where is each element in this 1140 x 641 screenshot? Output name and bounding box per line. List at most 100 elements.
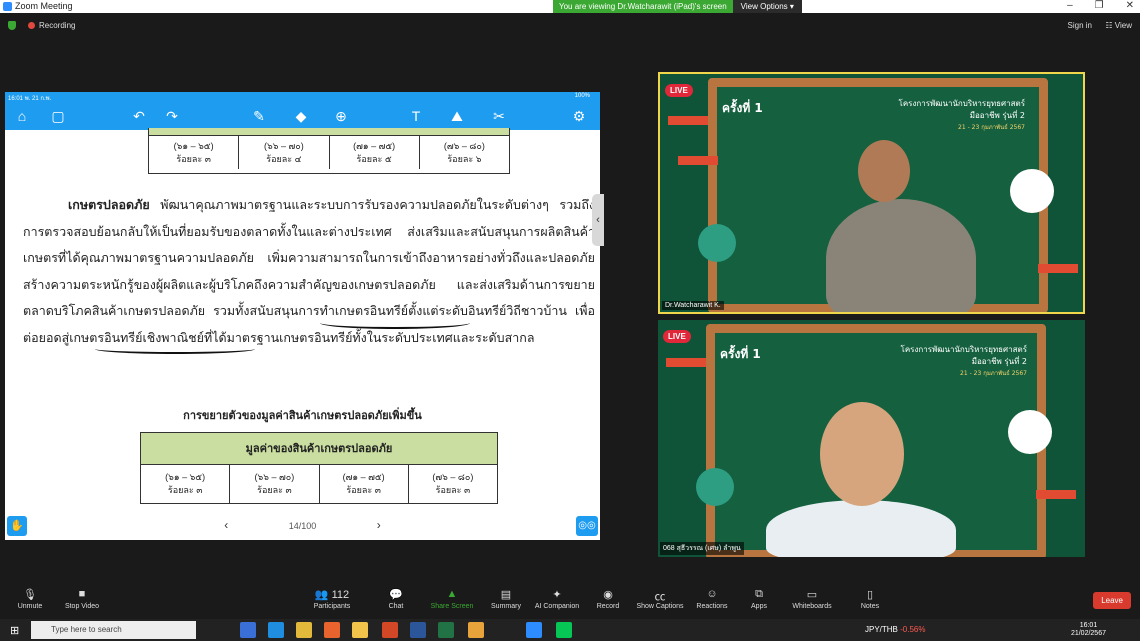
recording-indicator[interactable]: Recording — [28, 21, 75, 30]
eraser-icon[interactable]: ◆ — [292, 107, 310, 125]
prev-page-icon[interactable]: ‹ — [166, 518, 286, 532]
video-tile-participant[interactable]: LIVE ครั้งที่ 1 โครงการพัฒนานักบริหารยุท… — [658, 320, 1085, 557]
captions-button[interactable]: ㏄ Show Captions — [630, 588, 690, 610]
zoom-taskbar-icon[interactable] — [526, 622, 542, 638]
notes-label: Notes — [860, 603, 880, 610]
maximize-icon[interactable]: ❐ — [1095, 0, 1104, 11]
pages-icon[interactable]: ▢ — [49, 107, 67, 125]
share-banner: You are viewing Dr.Watcharawit (iPad)'s … — [553, 0, 802, 13]
home-icon[interactable]: ⌂ — [13, 107, 31, 125]
table-cell: (๗๖ – ๘๐) ร้อยละ ๓ — [409, 465, 497, 503]
chat-icon: 💬 — [389, 589, 403, 601]
image-icon[interactable]: ⛰ — [448, 107, 466, 125]
ai-companion-label: AI Companion — [534, 603, 580, 610]
notes-button[interactable]: ▯ Notes — [840, 588, 900, 610]
viewing-banner: You are viewing Dr.Watcharawit (iPad)'s … — [553, 0, 733, 13]
top-table-header — [149, 128, 509, 136]
record-button[interactable]: ◉ Record — [578, 588, 638, 610]
file-explorer-icon[interactable] — [352, 622, 368, 638]
share-screen-icon: ▲ — [446, 588, 458, 600]
apps-label: Apps — [751, 603, 767, 610]
lasso-icon[interactable]: ⊕ — [332, 107, 350, 125]
cell-range: (๖๑ – ๖๕) — [173, 141, 214, 151]
notes-icon: ▯ — [866, 589, 874, 601]
cell-range: (๖๑ – ๖๕) — [165, 472, 206, 482]
decor-brick — [678, 156, 718, 165]
word-icon[interactable] — [410, 622, 426, 638]
settings-gear-icon[interactable]: ⚙ — [570, 107, 588, 125]
pen-icon[interactable]: ✎ — [250, 107, 268, 125]
unmute-button[interactable]: 🎙 Unmute — [0, 588, 60, 610]
table-cell: (๗๑ – ๗๕) ร้อยละ ๕ — [330, 136, 420, 169]
decor-circle — [698, 224, 736, 262]
ipad-battery: 100% — [574, 93, 590, 99]
document-page: (๖๑ – ๖๕) ร้อยละ ๓ (๖๖ – ๗๐) ร้อยละ ๔ (๗๑ … — [5, 128, 600, 531]
project-dates: 21 - 23 กุมภาพันธ์ 2567 — [960, 370, 1027, 377]
mic-muted-icon: 🎙 — [23, 589, 37, 601]
app-icon[interactable] — [468, 622, 484, 638]
whiteboard-icon: ▭ — [806, 589, 818, 601]
powerpoint-icon[interactable] — [382, 622, 398, 638]
cell-percent: ร้อยละ ๖ — [447, 154, 482, 164]
cell-range: (๗๖ – ๘๐) — [432, 472, 474, 482]
decor-circle — [696, 468, 734, 506]
stop-video-button[interactable]: ■ Stop Video — [52, 588, 112, 610]
window-titlebar: Zoom Meeting You are viewing Dr.Watchara… — [0, 0, 1140, 13]
project-name: โครงการพัฒนานักบริหารยุทธศาสตร์ — [900, 345, 1027, 354]
view-label: View — [1114, 21, 1132, 30]
project-subtitle: มืออาชีพ รุ่นที่ 2 — [971, 357, 1027, 366]
reactions-label: Reactions — [696, 603, 728, 610]
participants-button[interactable]: 👥 112 Participants — [302, 588, 362, 610]
chat-button[interactable]: 💬 Chat — [366, 588, 426, 610]
glasses-icon[interactable]: ◎◎ — [576, 516, 598, 536]
participant-shirt — [766, 500, 956, 557]
sign-in-link[interactable]: Sign in — [1068, 21, 1092, 30]
cc-icon: ㏄ — [654, 591, 666, 603]
line-icon[interactable] — [556, 622, 572, 638]
record-icon: ◉ — [603, 589, 613, 601]
paragraph-heading: เกษตรปลอดภัย — [68, 197, 150, 212]
table-cell: (๖๖ – ๗๐) ร้อยละ ๔ — [239, 136, 330, 169]
minimize-icon[interactable]: – — [1067, 0, 1073, 11]
speaker-face — [858, 140, 910, 202]
fx-widget[interactable]: JPY/THB -0.56% — [865, 625, 926, 634]
record-label: Record — [596, 603, 620, 610]
cell-percent: ร้อยละ ๔ — [266, 154, 302, 164]
whiteboards-button[interactable]: ▭ Whiteboards — [782, 588, 842, 610]
view-options-button[interactable]: View Options ▾ — [732, 0, 802, 13]
security-shield-icon[interactable] — [8, 21, 16, 30]
windows-start-icon[interactable]: ⊞ — [10, 624, 19, 637]
system-clock[interactable]: 16:01 21/02/2567 — [1071, 622, 1106, 638]
cell-range: (๗๑ – ๗๕) — [342, 472, 385, 482]
participants-label: Participants — [313, 603, 351, 610]
decor-circle — [1010, 169, 1054, 213]
undo-icon[interactable]: ↶ — [130, 107, 148, 125]
leave-button[interactable]: Leave — [1093, 592, 1131, 609]
stop-video-label: Stop Video — [64, 603, 100, 610]
session-label: ครั้งที่ 1 — [720, 347, 761, 361]
next-page-icon[interactable]: › — [319, 518, 439, 532]
text-icon[interactable]: T — [407, 107, 425, 125]
cell-range: (๗๖ – ๘๐) — [443, 141, 485, 151]
close-icon[interactable]: ✕ — [1126, 0, 1134, 11]
apps-button[interactable]: ⧉ Apps — [729, 588, 789, 610]
view-button[interactable]: ☷ View — [1105, 21, 1132, 30]
taskbar-search[interactable]: Type here to search — [31, 621, 196, 639]
chat-label: Chat — [388, 603, 404, 610]
chrome-icon[interactable] — [296, 622, 312, 638]
decor-brick — [1036, 490, 1076, 499]
cell-percent: ร้อยละ ๓ — [257, 485, 292, 495]
firefox-icon[interactable] — [324, 622, 340, 638]
scissors-icon[interactable]: ✂ — [490, 107, 508, 125]
share-screen-button[interactable]: ▲ Share Screen — [422, 588, 482, 610]
video-tile-speaker[interactable]: LIVE ครั้งที่ 1 โครงการพัฒนานักบริหารยุท… — [658, 72, 1085, 314]
cell-range: (๖๖ – ๗๐) — [254, 472, 295, 482]
excel-icon[interactable] — [438, 622, 454, 638]
decor-brick — [1038, 264, 1078, 273]
cell-range: (๗๑ – ๗๕) — [353, 141, 396, 151]
edge-icon[interactable] — [268, 622, 284, 638]
redo-icon[interactable]: ↷ — [163, 107, 181, 125]
calculator-icon[interactable] — [240, 622, 256, 638]
paragraph-text: พัฒนาคุณภาพมาตรฐานและระบบการรับรองความปล… — [23, 197, 595, 345]
sidebar-toggle-icon[interactable]: ‹ — [592, 194, 604, 246]
